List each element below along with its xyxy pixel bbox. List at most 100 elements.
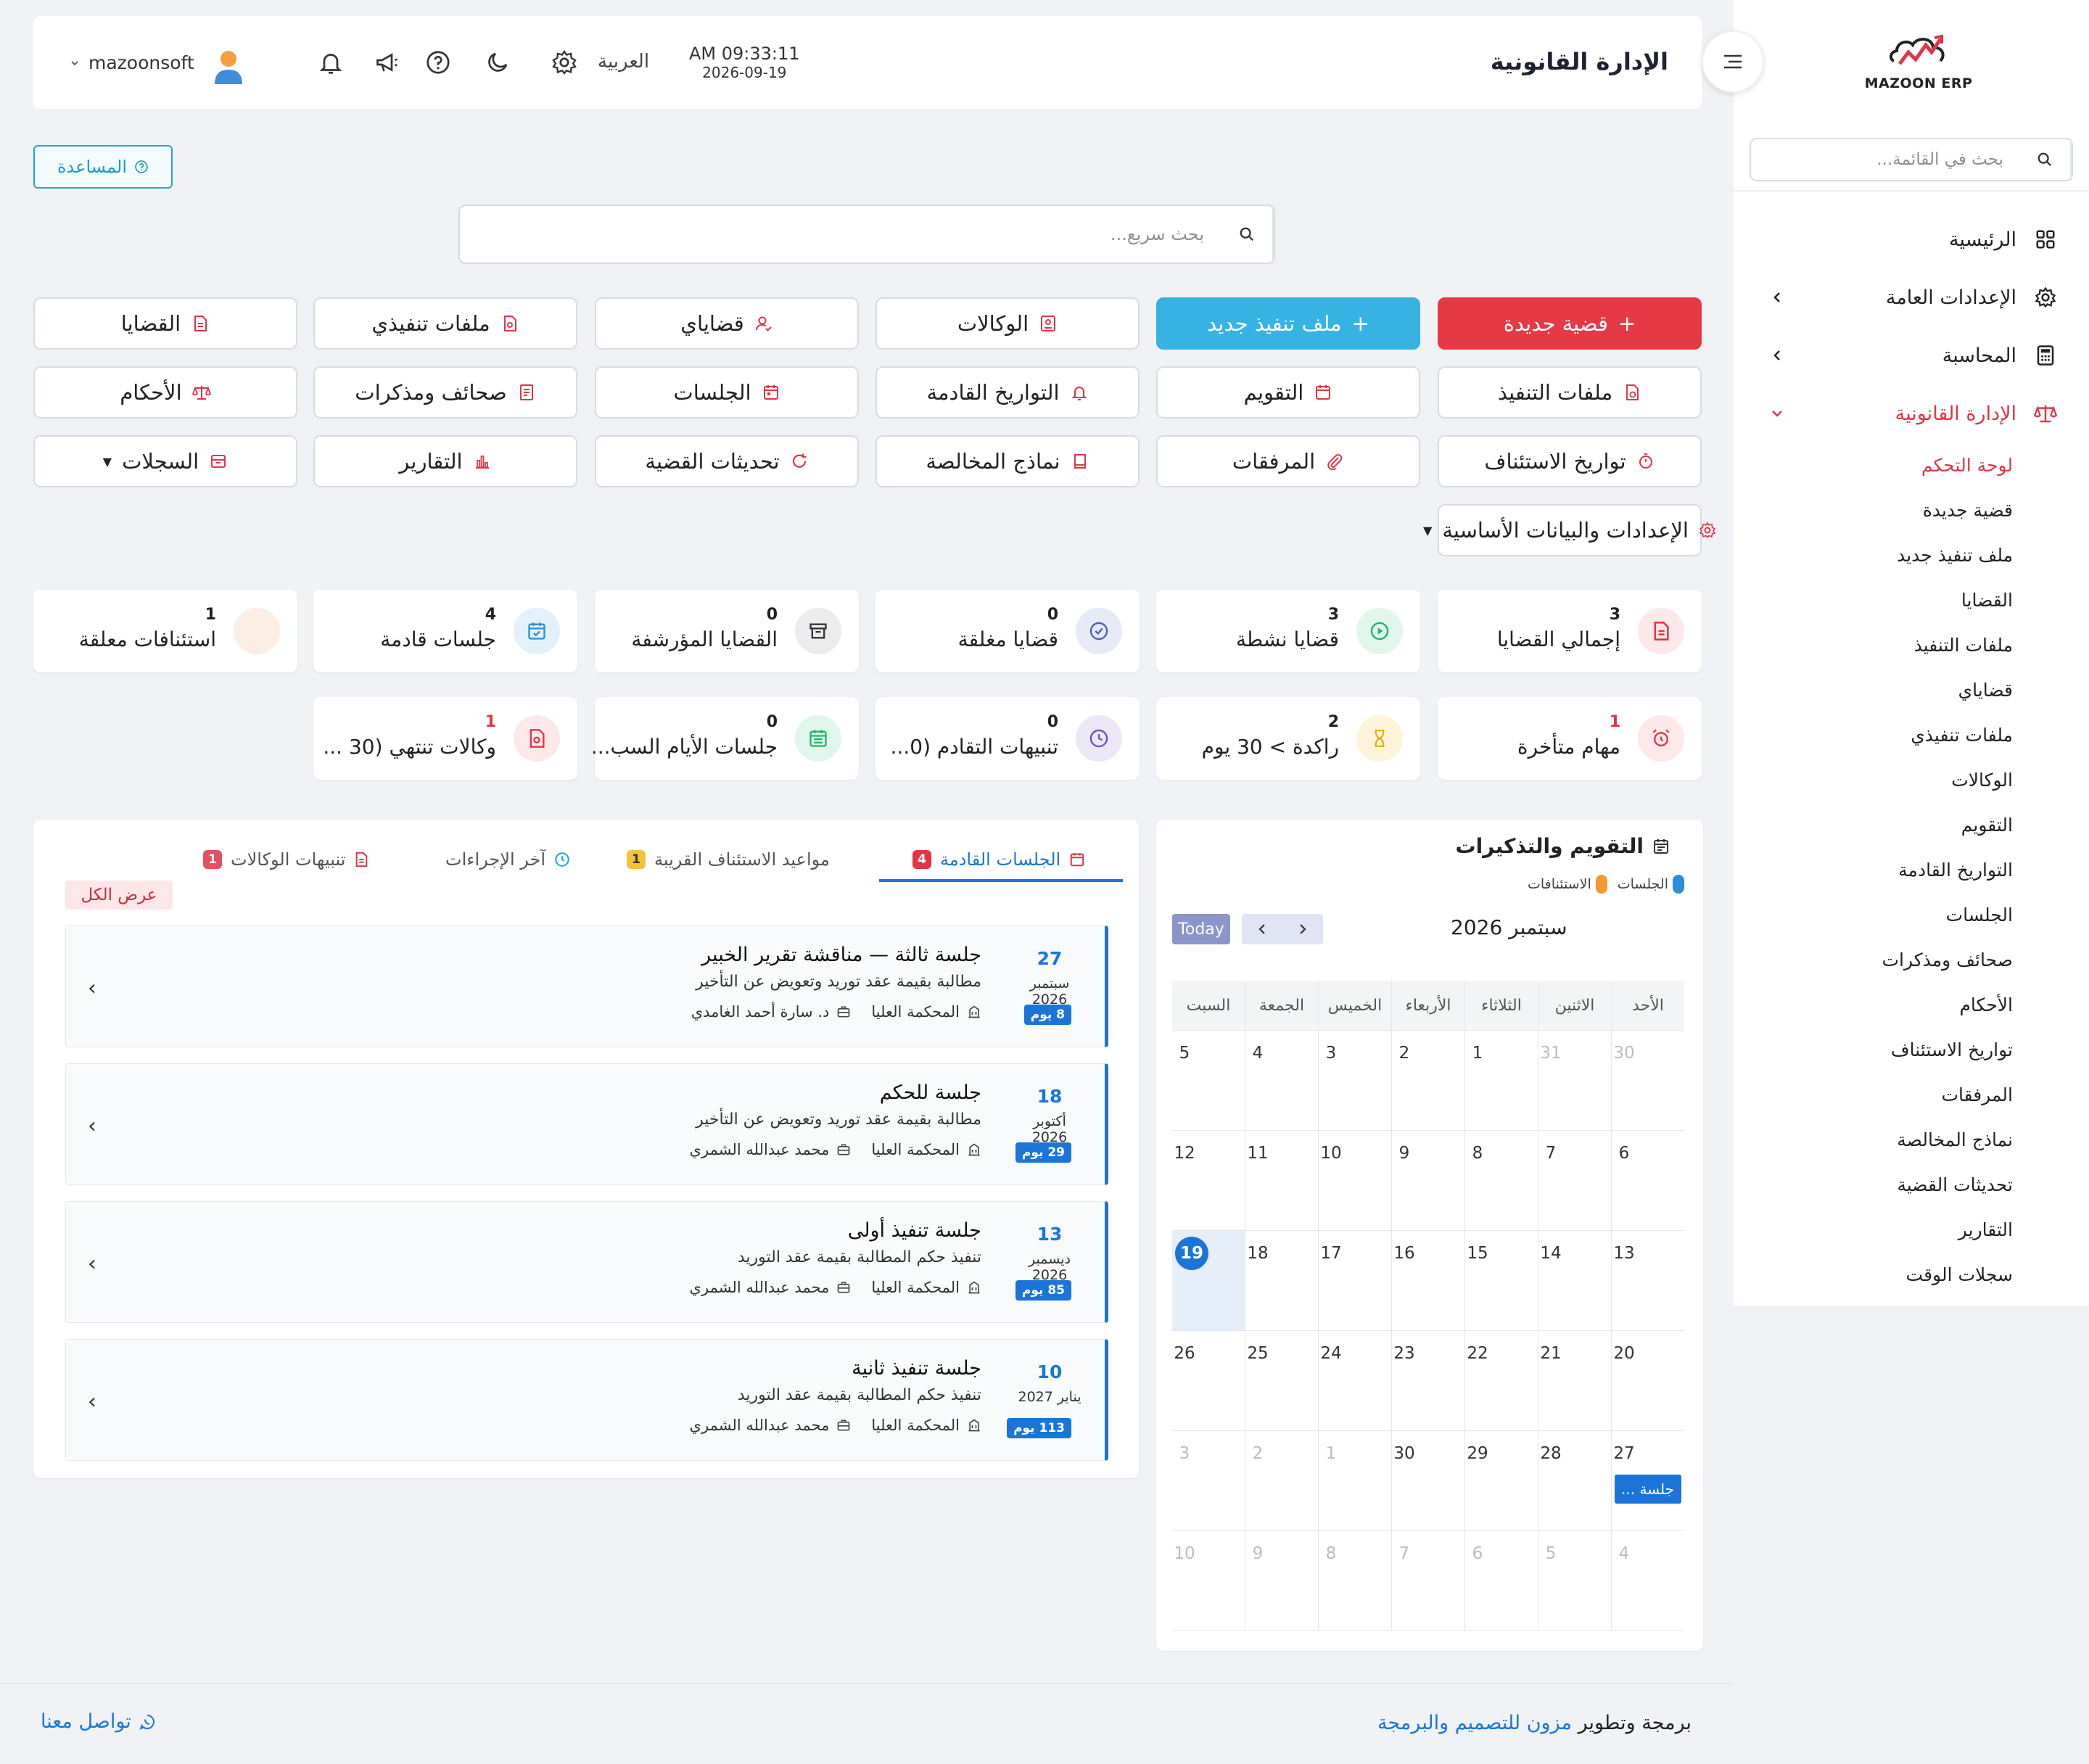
search-icon[interactable]: [1221, 206, 1274, 263]
stat-overdue-tasks[interactable]: 1 مهام متأخرة: [1438, 697, 1702, 780]
calendar-day[interactable]: 7: [1391, 1531, 1464, 1630]
my-exec-files-button[interactable]: ملفات تنفيذي: [313, 297, 577, 350]
calendar-day[interactable]: 16: [1391, 1231, 1464, 1330]
calendar-day[interactable]: 10: [1172, 1531, 1245, 1630]
upcoming-dates-button[interactable]: التواريخ القادمة: [875, 366, 1140, 419]
clearance-forms-button[interactable]: نماذج المخالصة: [875, 435, 1140, 487]
calendar-day[interactable]: 14: [1538, 1231, 1611, 1330]
stat-upcoming-sessions[interactable]: 4 جلسات قادمة: [313, 590, 577, 672]
chevron-left-icon[interactable]: ‹: [88, 1251, 96, 1277]
calendar-day[interactable]: 3: [1318, 1031, 1391, 1130]
bell-icon[interactable]: [315, 46, 347, 78]
calendar-day[interactable]: 8: [1318, 1531, 1391, 1630]
tab-appeal-deadlines[interactable]: مواعيد الاستئناف القريبة 1: [627, 840, 830, 879]
calendar-day[interactable]: 9: [1391, 1131, 1464, 1230]
view-all-button[interactable]: عرض الكل: [65, 881, 173, 910]
calendar-day[interactable]: 30: [1391, 1431, 1464, 1530]
chevron-left-icon[interactable]: ‹: [88, 976, 96, 1001]
stat-total-cases[interactable]: 3 إجمالي القضايا: [1438, 590, 1702, 672]
memos-button[interactable]: صحائف ومذكرات: [313, 366, 577, 419]
submenu-dashboard[interactable]: لوحة التحكم: [1734, 442, 2013, 487]
chevron-left-icon[interactable]: ‹: [88, 1113, 96, 1139]
calendar-day[interactable]: 20: [1611, 1331, 1684, 1430]
calendar-day[interactable]: 30: [1611, 1031, 1684, 1130]
stat-expiring-agencies[interactable]: 1 وكالات تنتهي (30 ...: [313, 697, 577, 780]
menu-toggle-icon[interactable]: [1702, 30, 1764, 93]
calendar-day[interactable]: 9: [1245, 1531, 1318, 1630]
submenu-clearance-forms[interactable]: نماذج المخالصة: [1734, 1117, 2013, 1162]
calendar-day[interactable]: 23: [1391, 1331, 1464, 1430]
calendar-day[interactable]: 5: [1538, 1531, 1611, 1630]
calendar-day[interactable]: 1: [1318, 1431, 1391, 1530]
sidebar-item-general-settings[interactable]: الإعدادات العامة: [1734, 268, 2089, 326]
tab-upcoming-sessions[interactable]: الجلسات القادمة 4: [912, 840, 1085, 879]
stat-week-sessions[interactable]: 0 جلسات الأيام السب...: [591, 697, 859, 780]
agencies-button[interactable]: الوكالات: [875, 297, 1140, 350]
calendar-day-today[interactable]: 19: [1172, 1231, 1245, 1330]
settings-icon[interactable]: [548, 46, 580, 78]
calendar-day[interactable]: 15: [1464, 1231, 1538, 1330]
submenu-new-exec-file[interactable]: ملف تنفيذ جديد: [1734, 532, 2013, 577]
sidebar-search-input[interactable]: [1751, 139, 2019, 180]
submenu-attachments[interactable]: المرفقات: [1734, 1072, 2013, 1117]
attachments-button[interactable]: المرفقات: [1156, 435, 1420, 487]
new-case-button[interactable]: + قضية جديدة: [1438, 297, 1702, 350]
calendar-day[interactable]: 5: [1172, 1031, 1245, 1130]
today-button[interactable]: Today: [1172, 914, 1230, 944]
submenu-appeal-dates[interactable]: تواريخ الاستئناف: [1734, 1027, 2013, 1072]
calendar-event[interactable]: جلسة ...: [1615, 1475, 1681, 1504]
search-icon[interactable]: [2019, 139, 2072, 180]
calendar-day[interactable]: 21: [1538, 1331, 1611, 1430]
tab-agency-alerts[interactable]: تنبيهات الوكالات 1: [203, 840, 368, 879]
company-link[interactable]: مزون للتصميم والبرمجة: [1377, 1712, 1572, 1734]
prev-month-button[interactable]: [1242, 914, 1282, 944]
submenu-cases[interactable]: القضايا: [1734, 577, 2013, 622]
calendar-day[interactable]: 1: [1464, 1031, 1538, 1130]
calendar-day[interactable]: 25: [1245, 1331, 1318, 1430]
stat-active-cases[interactable]: 3 قضايا نشطة: [1156, 590, 1420, 672]
megaphone-icon[interactable]: [371, 46, 403, 78]
calendar-day[interactable]: 2: [1245, 1431, 1318, 1530]
case-updates-button[interactable]: تحديثات القضية: [595, 435, 859, 487]
submenu-case-updates[interactable]: تحديثات القضية: [1734, 1162, 2013, 1207]
next-month-button[interactable]: [1282, 914, 1323, 944]
calendar-day[interactable]: 13: [1611, 1231, 1684, 1330]
calendar-day[interactable]: 11: [1245, 1131, 1318, 1230]
reports-button[interactable]: التقارير: [313, 435, 577, 487]
avatar[interactable]: [210, 48, 247, 86]
submenu-my-cases[interactable]: قضاياي: [1734, 667, 2013, 712]
submenu-new-case[interactable]: قضية جديدة: [1734, 487, 2013, 532]
sidebar-item-accounting[interactable]: المحاسبة: [1734, 326, 2089, 384]
dark-mode-moon-icon[interactable]: [482, 46, 514, 78]
submenu-judgments[interactable]: الأحكام: [1734, 982, 2013, 1027]
session-card[interactable]: 10 يناير 2027 113 يوم جلسة تنفيذ ثانية ت…: [65, 1339, 1108, 1461]
calendar-day[interactable]: 18: [1245, 1231, 1318, 1330]
submenu-exec-files[interactable]: ملفات التنفيذ: [1734, 622, 2013, 667]
calendar-day[interactable]: 22: [1464, 1331, 1538, 1430]
judgments-button[interactable]: الأحكام: [33, 366, 297, 419]
logs-dropdown-button[interactable]: السجلات ▼: [33, 435, 297, 487]
new-exec-file-button[interactable]: + ملف تنفيذ جديد: [1156, 297, 1420, 350]
submenu-calendar[interactable]: التقويم: [1734, 802, 2013, 847]
tab-recent-actions[interactable]: آخر الإجراءات: [445, 840, 570, 879]
help-button[interactable]: المساعدة: [33, 145, 173, 189]
calendar-day[interactable]: 10: [1318, 1131, 1391, 1230]
submenu-sessions[interactable]: الجلسات: [1734, 892, 2013, 937]
exec-files-button[interactable]: ملفات التنفيذ: [1438, 366, 1702, 419]
calendar-button[interactable]: التقويم: [1156, 366, 1420, 419]
calendar-day[interactable]: 6: [1611, 1131, 1684, 1230]
stat-prescription-alerts[interactable]: 0 تنبيهات التقادم (0...: [875, 697, 1140, 780]
stat-archived-cases[interactable]: 0 القضايا المؤرشفة: [595, 590, 859, 672]
stat-pending-appeals[interactable]: 1 استئنافات معلقة: [33, 590, 297, 672]
calendar-day[interactable]: 28: [1538, 1431, 1611, 1530]
calendar-day[interactable]: 24: [1318, 1331, 1391, 1430]
session-card[interactable]: 18 أكتوبر 2026 29 يوم جلسة للحكم مطالبة …: [65, 1063, 1108, 1185]
calendar-day[interactable]: 27 جلسة ...: [1611, 1431, 1684, 1530]
calendar-day[interactable]: 6: [1464, 1531, 1538, 1630]
sidebar-item-home[interactable]: الرئيسية: [1734, 210, 2089, 268]
language-switch[interactable]: العربية: [598, 51, 649, 73]
appeal-dates-button[interactable]: تواريخ الاستئناف: [1438, 435, 1702, 487]
sidebar-item-legal[interactable]: الإدارة القانونية: [1734, 384, 2089, 442]
calendar-day[interactable]: 12: [1172, 1131, 1245, 1230]
submenu-agencies[interactable]: الوكالات: [1734, 757, 2013, 802]
